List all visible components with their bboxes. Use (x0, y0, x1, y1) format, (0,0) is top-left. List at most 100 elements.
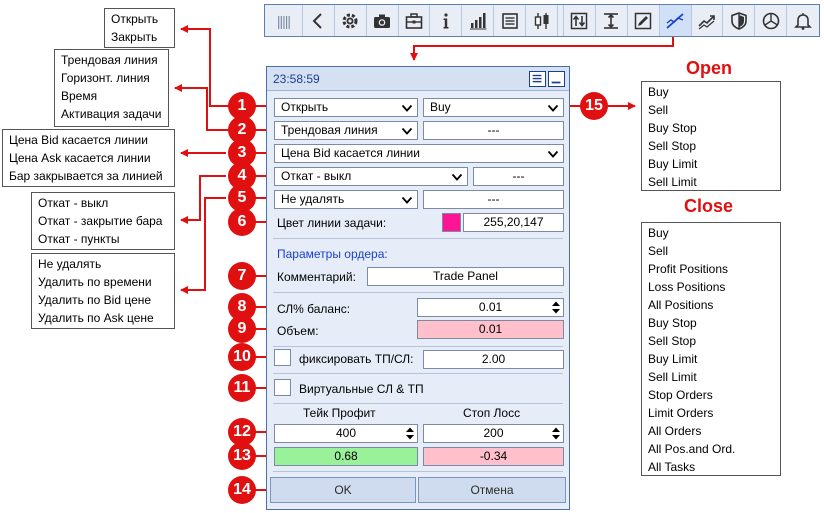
list-item[interactable]: Loss Positions (642, 278, 780, 296)
callout-badge: 13 (228, 442, 256, 470)
callout-badge: 10 (228, 343, 256, 371)
order-type-select[interactable]: Buy (423, 98, 564, 117)
chevron-down-icon (401, 104, 413, 112)
info-icon[interactable] (430, 5, 463, 36)
sort-arrows-icon[interactable] (564, 5, 596, 36)
list-item[interactable]: Время (55, 87, 168, 105)
line-type-select[interactable]: Трендовая линия (274, 121, 418, 140)
fix-tpsl-field[interactable]: 2.00 (423, 350, 564, 369)
list-item[interactable]: All Tasks (642, 458, 780, 476)
chevron-down-icon (401, 127, 413, 135)
list-item[interactable]: Откат - пункты (32, 230, 174, 248)
edit-note-icon[interactable] (628, 5, 660, 36)
list-item[interactable]: Buy Limit (642, 350, 780, 368)
line-color-swatch[interactable] (442, 213, 461, 232)
trend-chart-icon[interactable] (692, 5, 724, 36)
line-color-field[interactable]: 255,20,147 (463, 213, 564, 232)
virtual-sltp-checkbox[interactable] (274, 379, 291, 396)
list-item[interactable]: Sell (642, 101, 780, 119)
list-item[interactable]: Profit Positions (642, 260, 780, 278)
list-item[interactable]: Sell Limit (642, 368, 780, 386)
list-item[interactable]: Цена Bid касается линии (3, 131, 174, 149)
list-item[interactable]: Открыть (105, 10, 174, 28)
chevron-down-icon (547, 104, 559, 112)
vertical-range-icon[interactable] (596, 5, 628, 36)
divider (273, 238, 563, 239)
candlestick-icon[interactable] (526, 5, 558, 36)
callout-badge: 11 (228, 374, 256, 402)
ok-button[interactable]: OK (270, 477, 416, 503)
stop-loss-result: -0.34 (423, 447, 564, 466)
list-item[interactable]: Закрыть (105, 28, 174, 46)
spinner-arrows-icon[interactable] (550, 426, 562, 441)
list-item[interactable]: Удалить по Bid цене (32, 291, 174, 309)
list-item[interactable]: Buy Stop (642, 314, 780, 332)
delete-value-field[interactable]: --- (423, 190, 564, 209)
grip-icon[interactable]: ||||| (265, 5, 303, 36)
take-profit-result: 0.68 (274, 447, 418, 466)
rollback-select[interactable]: Откат - выкл (274, 167, 468, 186)
list-item[interactable]: Sell (642, 242, 780, 260)
chevron-down-icon (451, 173, 463, 181)
list-item[interactable]: Buy (642, 224, 780, 242)
spinner-arrows-icon[interactable] (404, 426, 416, 441)
camera-icon[interactable] (367, 5, 399, 36)
list-item[interactable]: Buy (642, 83, 780, 101)
list-item[interactable]: Sell Stop (642, 137, 780, 155)
gear-icon[interactable] (335, 5, 367, 36)
line-color-label: Цвет линии задачи: (277, 216, 387, 230)
list-icon[interactable] (494, 5, 527, 36)
bell-icon[interactable] (787, 5, 819, 36)
volume-field[interactable]: 0.01 (417, 320, 564, 339)
list-item[interactable]: Горизонт. линия (55, 69, 168, 87)
fix-tpsl-checkbox[interactable] (274, 349, 291, 366)
shield-icon[interactable] (723, 5, 756, 36)
list-item[interactable]: Buy Stop (642, 119, 780, 137)
list-item[interactable]: Активация задачи (55, 105, 168, 123)
list-item[interactable]: All Positions (642, 296, 780, 314)
list-item[interactable]: Sell Stop (642, 332, 780, 350)
list-item[interactable]: Цена Ask касается линии (3, 149, 174, 167)
list-item[interactable]: Limit Orders (642, 404, 780, 422)
list-item[interactable]: Sell Limit (642, 173, 780, 191)
list-item[interactable]: Не удалять (32, 255, 174, 273)
minimize-icon[interactable] (548, 71, 565, 87)
list-item[interactable]: Stop Orders (642, 386, 780, 404)
trigger-select[interactable]: Цена Bid касается линии (274, 144, 564, 163)
stop-loss-value: 200 (483, 426, 504, 440)
list-item[interactable]: Buy Limit (642, 155, 780, 173)
action-select[interactable]: Открыть (274, 98, 418, 117)
arrow-4 (180, 175, 226, 224)
list-item[interactable]: Откат - закрытие бара (32, 212, 174, 230)
back-arrow-icon[interactable] (303, 5, 335, 36)
cancel-button[interactable]: Отмена (418, 477, 566, 503)
list-item[interactable]: Трендовая линия (55, 51, 168, 69)
list-item[interactable]: All Orders (642, 422, 780, 440)
menu-icon[interactable] (529, 71, 546, 87)
signal-bars-icon[interactable] (462, 5, 495, 36)
trend-line-icon[interactable] (659, 5, 692, 36)
list-item[interactable]: Удалить по Ask цене (32, 309, 174, 327)
rollback-value-field[interactable]: --- (473, 167, 564, 186)
trade-panel: 23:58:59 Открыть Buy Трендовая линия ---… (266, 66, 570, 510)
order-type-select-value: Buy (430, 100, 451, 114)
take-profit-stepper[interactable]: 400 (274, 424, 418, 443)
list-item[interactable]: Удалить по времени (32, 273, 174, 291)
chevron-down-icon (547, 150, 559, 158)
virtual-sltp-label: Виртуальные СЛ & ТП (299, 382, 424, 396)
list-item[interactable]: Бар закрывается за линией (3, 167, 174, 185)
line-value-field[interactable]: --- (423, 121, 564, 140)
briefcase-icon[interactable] (399, 5, 431, 36)
rollback-select-value: Откат - выкл (281, 169, 352, 183)
list-item[interactable]: All Pos.and Ord. (642, 440, 780, 458)
pie-chart-icon[interactable] (755, 5, 788, 36)
stop-loss-stepper[interactable]: 200 (423, 424, 564, 443)
spinner-arrows-icon[interactable] (550, 300, 562, 315)
toolbar: ||||| (264, 4, 820, 37)
list-item[interactable]: Откат - выкл (32, 194, 174, 212)
divider (273, 346, 563, 347)
sl-balance-stepper[interactable]: 0.01 (417, 298, 564, 317)
close-options-list: Buy Sell Profit Positions Loss Positions… (641, 222, 781, 476)
delete-select[interactable]: Не удалять (274, 190, 418, 209)
comment-input[interactable]: Trade Panel (367, 267, 564, 286)
